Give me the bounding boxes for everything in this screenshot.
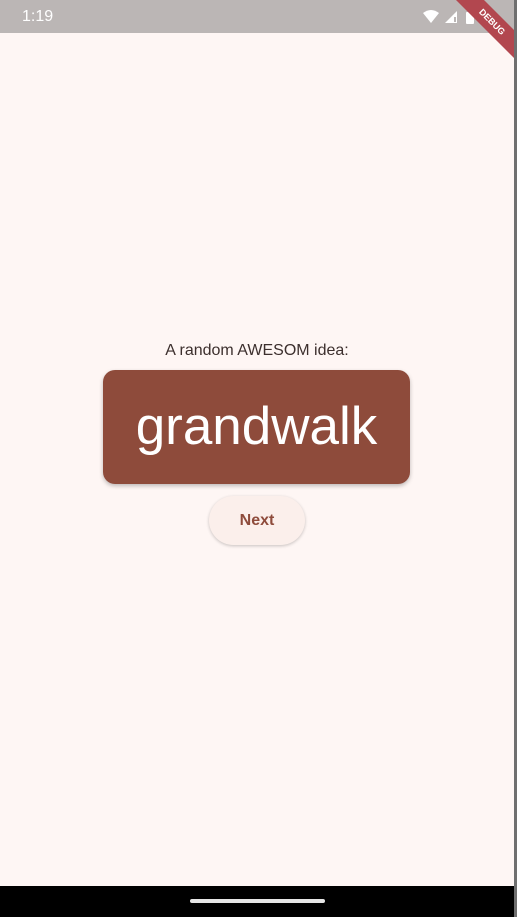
idea-card: grandwalk (103, 370, 410, 484)
idea-prompt: A random AWESOM idea: (165, 342, 349, 359)
status-time: 1:19 (22, 8, 54, 25)
next-button[interactable]: Next (209, 496, 305, 545)
signal-icon (445, 11, 457, 23)
app-screen: 1:19 DEBUG A random AWESOM idea: grandwa… (0, 0, 517, 917)
main-content: A random AWESOM idea: grandwalk Next (0, 33, 514, 886)
battery-icon (466, 10, 474, 24)
home-indicator[interactable] (190, 899, 325, 903)
idea-word: grandwalk (135, 397, 378, 456)
system-nav-bar (0, 886, 514, 917)
status-bar: 1:19 (0, 0, 514, 33)
status-icons (423, 10, 474, 24)
wifi-icon (423, 10, 439, 23)
